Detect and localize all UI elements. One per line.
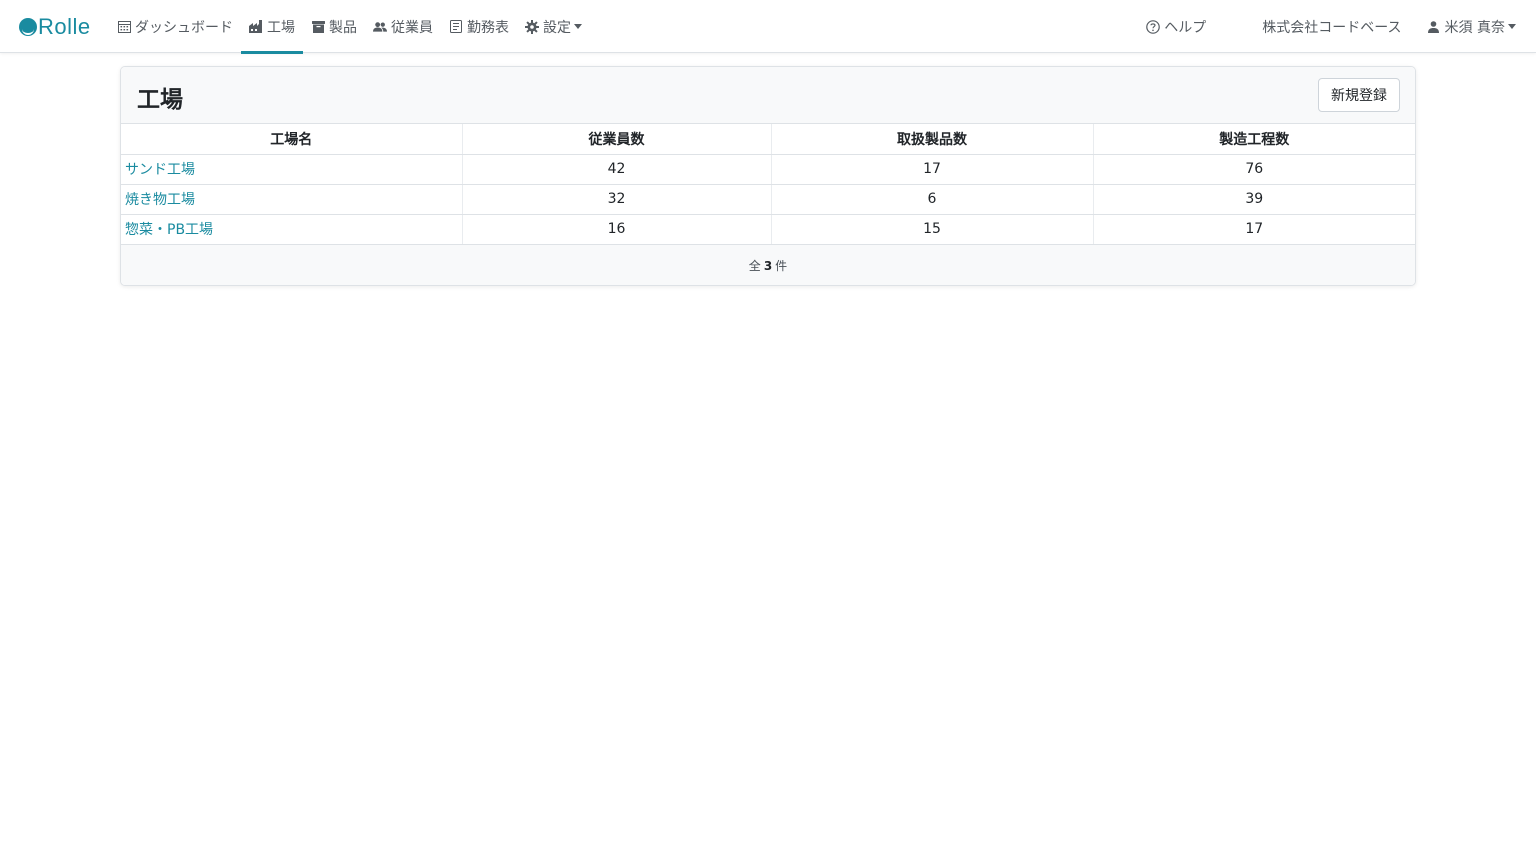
factory-table: 工場名 従業員数 取扱製品数 製造工程数 サンド工場 42 17 76 焼き物工…	[121, 124, 1415, 245]
table-row: サンド工場 42 17 76	[121, 154, 1415, 185]
product-count-cell: 17	[771, 154, 1094, 185]
user-menu[interactable]: 米須 真奈	[1427, 0, 1516, 53]
user-name: 米須 真奈	[1444, 19, 1505, 36]
nav-item-dashboard[interactable]: ダッシュボード	[109, 0, 241, 53]
factory-name-cell: 惣菜・PB工場	[121, 214, 463, 245]
box-icon	[311, 20, 325, 34]
factory-icon	[249, 20, 263, 34]
factory-link[interactable]: 惣菜・PB工場	[125, 222, 213, 238]
chevron-down-icon	[1508, 24, 1516, 29]
table-header-row: 工場名 従業員数 取扱製品数 製造工程数	[121, 124, 1415, 155]
process-count-cell: 76	[1093, 154, 1415, 185]
employee-count-cell: 16	[462, 214, 772, 245]
gear-icon	[525, 19, 539, 34]
product-count-cell: 15	[771, 214, 1094, 245]
nav-item-products[interactable]: 製品	[303, 0, 365, 53]
logo-icon	[19, 18, 37, 36]
employee-count-cell: 32	[462, 184, 772, 215]
nav-item-settings[interactable]: 設定	[517, 0, 590, 53]
factory-list-card: 工場 新規登録 工場名 従業員数 取扱製品数 製造工程数 サンド工場 42 17…	[120, 66, 1416, 286]
column-header-employee-count[interactable]: 従業員数	[462, 124, 772, 155]
main-nav: ダッシュボード 工場 製品 従業員 勤務表 設定	[109, 0, 590, 54]
column-header-process-count[interactable]: 製造工程数	[1093, 124, 1415, 155]
process-count-cell: 17	[1093, 214, 1415, 245]
calendar-icon	[117, 20, 131, 34]
factory-name-cell: サンド工場	[121, 154, 463, 185]
card-header: 工場 新規登録	[121, 67, 1415, 124]
brand-name: Rolle	[38, 14, 91, 39]
record-count: 全 3 件	[121, 244, 1415, 285]
record-count-suffix: 件	[775, 259, 788, 273]
company-name[interactable]: 株式会社コードベース	[1262, 0, 1401, 53]
user-icon	[1427, 20, 1441, 34]
product-count-cell: 6	[771, 184, 1094, 215]
table-row: 惣菜・PB工場 16 15 17	[121, 214, 1415, 245]
nav-label-factory: 工場	[267, 19, 295, 36]
nav-label-schedule: 勤務表	[467, 19, 509, 36]
help-link[interactable]: ヘルプ	[1146, 0, 1206, 53]
help-label: ヘルプ	[1164, 19, 1207, 36]
table-row: 焼き物工場 32 6 39	[121, 184, 1415, 215]
nav-label-dashboard: ダッシュボード	[135, 19, 233, 36]
brand-logo[interactable]: Rolle	[19, 12, 91, 42]
nav-item-schedule[interactable]: 勤務表	[441, 0, 517, 53]
question-circle-icon	[1146, 19, 1161, 34]
nav-label-products: 製品	[329, 19, 357, 36]
factory-name-cell: 焼き物工場	[121, 184, 463, 215]
record-count-value: 3	[763, 258, 773, 273]
new-register-button[interactable]: 新規登録	[1318, 78, 1400, 112]
nav-label-employees: 従業員	[391, 19, 433, 36]
column-header-product-count[interactable]: 取扱製品数	[771, 124, 1094, 155]
top-navbar: Rolle ダッシュボード 工場 製品 従業員 勤務表 設定 ヘルプ 株式会社コ…	[0, 0, 1536, 54]
nav-label-settings: 設定	[543, 19, 571, 36]
employee-count-cell: 42	[462, 154, 772, 185]
user-nav: ヘルプ 株式会社コードベース 米須 真奈	[1146, 0, 1516, 53]
nav-item-factory[interactable]: 工場	[241, 0, 303, 54]
process-count-cell: 39	[1093, 184, 1415, 215]
factory-link[interactable]: サンド工場	[125, 162, 195, 178]
chevron-down-icon	[574, 24, 582, 29]
nav-item-employees[interactable]: 従業員	[365, 0, 441, 53]
page-title: 工場	[137, 87, 183, 113]
factory-link[interactable]: 焼き物工場	[125, 192, 195, 208]
record-count-prefix: 全	[748, 259, 761, 273]
users-icon	[373, 20, 387, 34]
column-header-factory-name[interactable]: 工場名	[121, 124, 463, 155]
document-icon	[449, 20, 463, 34]
